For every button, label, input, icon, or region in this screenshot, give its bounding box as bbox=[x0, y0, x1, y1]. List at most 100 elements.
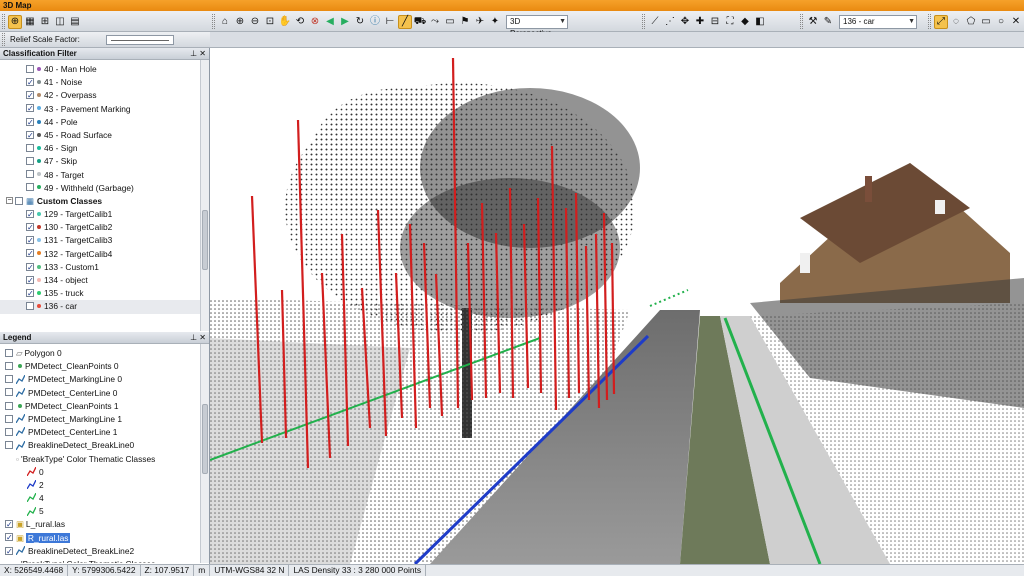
toolbar-grip[interactable] bbox=[2, 14, 5, 29]
layer-checkbox[interactable] bbox=[5, 361, 13, 370]
vehicle-icon[interactable]: ⛟ bbox=[413, 15, 427, 29]
legend-item[interactable]: ▣L_rural.las bbox=[0, 518, 200, 531]
polygon-select-icon[interactable]: ⬠ bbox=[964, 15, 978, 29]
class-filter-item[interactable]: 43 - Pavement Marking bbox=[0, 102, 200, 116]
home-icon[interactable]: ⌂ bbox=[218, 15, 232, 29]
clear-icon[interactable]: ✕ bbox=[1009, 15, 1023, 29]
class-checkbox[interactable] bbox=[26, 170, 34, 179]
class-filter-item[interactable]: 41 - Noise bbox=[0, 76, 200, 89]
stop-icon[interactable]: ⊗ bbox=[308, 15, 322, 29]
class-checkbox[interactable] bbox=[26, 221, 34, 234]
layer-checkbox[interactable] bbox=[5, 414, 13, 423]
class-filter-item[interactable]: 136 - car bbox=[0, 300, 200, 314]
vertex-icon[interactable]: ⋰ bbox=[663, 15, 677, 29]
legend-item[interactable]: PMDetect_CleanPoints 1 bbox=[0, 400, 200, 413]
select-tool-icon[interactable]: ⊕ bbox=[8, 14, 22, 29]
zoom-in-icon[interactable]: ⊕ bbox=[233, 15, 247, 29]
fence-icon[interactable]: ⊟ bbox=[708, 15, 722, 29]
scrollbar-thumb[interactable] bbox=[202, 404, 208, 474]
relief-scale-slider[interactable] bbox=[106, 35, 174, 45]
toolbar-grip[interactable] bbox=[642, 14, 645, 29]
refresh-icon[interactable]: ↻ bbox=[353, 15, 367, 29]
class-checkbox[interactable] bbox=[26, 89, 34, 102]
rect-select-icon[interactable]: ▭ bbox=[979, 15, 993, 29]
legend-item[interactable]: PMDetect_MarkingLine 1 bbox=[0, 413, 200, 426]
close-icon[interactable]: ✕ bbox=[199, 333, 206, 342]
toolbar-grip[interactable] bbox=[800, 14, 803, 29]
group-checkbox[interactable] bbox=[15, 196, 23, 205]
map-3d-viewport[interactable] bbox=[210, 48, 1024, 564]
class-checkbox[interactable] bbox=[26, 247, 34, 260]
plane-icon[interactable]: ◆ bbox=[738, 15, 752, 29]
class-checkbox[interactable] bbox=[26, 76, 34, 89]
class-filter-item[interactable]: 131 - TargetCalib3 bbox=[0, 234, 200, 247]
profile-icon[interactable]: ▭ bbox=[443, 15, 457, 29]
layer-checkbox[interactable] bbox=[5, 427, 13, 436]
class-checkbox[interactable] bbox=[26, 143, 34, 152]
move-vertex-icon[interactable]: ✥ bbox=[678, 15, 692, 29]
classify-icon[interactable]: ⚒ bbox=[806, 15, 820, 29]
class-filter-item[interactable]: 134 - object bbox=[0, 274, 200, 287]
scrollbar-thumb[interactable] bbox=[202, 210, 208, 270]
grid-icon[interactable]: ⊞ bbox=[38, 15, 52, 29]
pick-tool-icon[interactable]: ⤢ bbox=[934, 14, 948, 29]
fly-icon[interactable]: ✈ bbox=[473, 15, 487, 29]
toolbar-grip[interactable] bbox=[212, 14, 215, 29]
class-filter-item[interactable]: 40 - Man Hole bbox=[0, 63, 200, 76]
brush-icon[interactable]: ✎ bbox=[821, 15, 835, 29]
class-checkbox[interactable] bbox=[26, 64, 34, 73]
rotate-icon[interactable]: ⟲ bbox=[293, 15, 307, 29]
forward-icon[interactable]: ▶ bbox=[338, 15, 352, 29]
class-checkbox[interactable] bbox=[26, 234, 34, 247]
circle-select-icon[interactable]: ○ bbox=[994, 15, 1008, 29]
pan-icon[interactable]: ✋ bbox=[278, 15, 292, 29]
class-filter-item[interactable]: 44 - Pole bbox=[0, 116, 200, 129]
class-checkbox[interactable] bbox=[26, 274, 34, 287]
class-checkbox[interactable] bbox=[26, 116, 34, 129]
point-cloud-scene[interactable] bbox=[210, 48, 1024, 564]
stack-icon[interactable]: ▤ bbox=[68, 15, 82, 29]
legend-item[interactable]: BreaklineDetect_BreakLine0 bbox=[0, 439, 200, 452]
class-filter-item[interactable]: 47 - Skip bbox=[0, 155, 200, 168]
class-filter-item[interactable]: 46 - Sign bbox=[0, 142, 200, 155]
measure-icon[interactable]: ⊢ bbox=[383, 15, 397, 29]
legend-item[interactable]: ▫'BreakType' Color Thematic Classes bbox=[0, 453, 200, 466]
edit-line-icon[interactable]: ⟋ bbox=[648, 15, 662, 29]
layer-checkbox[interactable] bbox=[5, 531, 13, 544]
layer-checkbox[interactable] bbox=[5, 545, 13, 558]
layer-checkbox[interactable] bbox=[5, 388, 13, 397]
class-checkbox[interactable] bbox=[26, 261, 34, 274]
class-checkbox[interactable] bbox=[26, 302, 34, 311]
pin-icon[interactable]: ⊥ bbox=[190, 49, 197, 58]
toolbar-grip[interactable] bbox=[2, 33, 5, 46]
draw-line-icon[interactable]: ╱ bbox=[398, 14, 412, 29]
layer-checkbox[interactable] bbox=[5, 401, 13, 410]
pin-icon[interactable]: ⊥ bbox=[190, 333, 197, 342]
class-filter-item[interactable]: 133 - Custom1 bbox=[0, 261, 200, 274]
layers-icon[interactable]: ▦ bbox=[23, 15, 37, 29]
legend-item[interactable]: PMDetect_CenterLine 0 bbox=[0, 387, 200, 400]
zoom-window-icon[interactable]: ⊡ bbox=[263, 15, 277, 29]
class-filter-item[interactable]: 135 - truck bbox=[0, 287, 200, 300]
section-icon[interactable]: ◧ bbox=[753, 15, 767, 29]
class-checkbox[interactable] bbox=[26, 157, 34, 166]
class-filter-item[interactable]: 49 - Withheld (Garbage) bbox=[0, 182, 200, 195]
class-checkbox[interactable] bbox=[26, 183, 34, 192]
legend-item[interactable]: ▱ Polygon 0 bbox=[0, 347, 200, 360]
legend-item[interactable]: ▫'BreakType' Color Thematic Classes bbox=[0, 558, 200, 563]
class-filter-item[interactable]: 129 - TargetCalib1 bbox=[0, 208, 200, 221]
custom-classes-group[interactable]: − ▦ Custom Classes bbox=[0, 195, 200, 208]
layer-checkbox[interactable] bbox=[5, 348, 13, 357]
info-icon[interactable]: ⓘ bbox=[368, 15, 382, 29]
classification-scrollbar[interactable] bbox=[200, 60, 209, 331]
legend-item[interactable]: 5 bbox=[0, 505, 200, 518]
layer-checkbox[interactable] bbox=[5, 441, 13, 450]
lasso-icon[interactable]: ◌ bbox=[949, 15, 963, 29]
back-icon[interactable]: ◀ bbox=[323, 15, 337, 29]
legend-item[interactable]: PMDetect_MarkingLine 0 bbox=[0, 373, 200, 386]
zoom-out-icon[interactable]: ⊖ bbox=[248, 15, 262, 29]
fullscreen-icon[interactable]: ⛶ bbox=[723, 15, 737, 29]
class-checkbox[interactable] bbox=[26, 129, 34, 142]
class-filter-item[interactable]: 45 - Road Surface bbox=[0, 129, 200, 142]
close-icon[interactable]: ✕ bbox=[199, 49, 206, 58]
